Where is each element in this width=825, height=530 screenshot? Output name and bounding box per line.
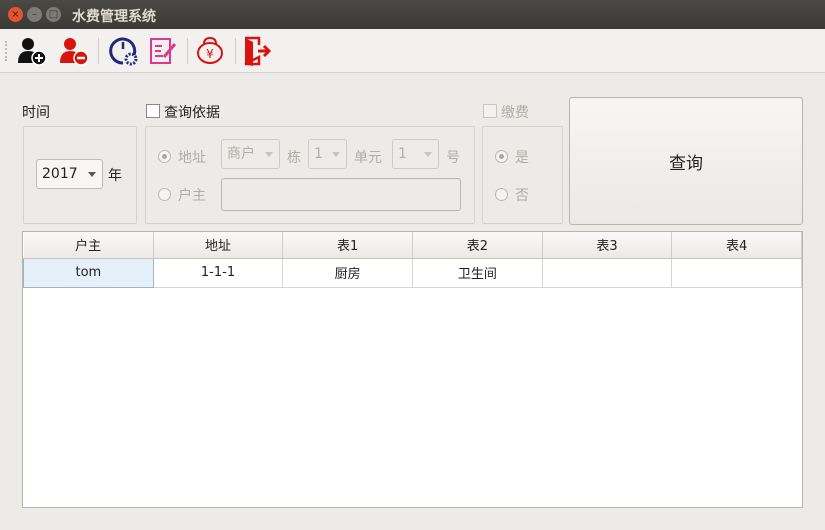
remove-user-icon[interactable] (56, 34, 90, 68)
edit-document-icon[interactable] (146, 34, 180, 68)
paid-group: 是 否 (482, 126, 563, 224)
query-basis-label: 查询依据 (164, 105, 220, 121)
owner-input[interactable] (221, 178, 461, 211)
paid-yes-radio[interactable] (495, 150, 508, 163)
toolbar: ¥ (0, 29, 825, 73)
query-basis-group: 地址 商户 栋 1 单元 1 号 户主 (145, 126, 475, 224)
unit-label: 单元 (354, 150, 382, 166)
paid-no-radio[interactable] (495, 188, 508, 201)
money-bag-icon[interactable]: ¥ (193, 34, 227, 68)
chevron-down-icon (265, 152, 273, 157)
minimize-button[interactable]: – (27, 7, 42, 22)
building-value: 1 (314, 146, 323, 162)
time-label: 时间 (22, 105, 50, 121)
address-type-combo[interactable]: 商户 (221, 139, 280, 169)
settings-meter-icon[interactable] (106, 34, 140, 68)
address-label: 地址 (178, 150, 206, 166)
chevron-down-icon (424, 152, 432, 157)
column-header[interactable]: 表4 (671, 232, 802, 259)
table-cell[interactable]: 1-1-1 (153, 258, 284, 288)
column-header[interactable]: 表2 (412, 232, 543, 259)
query-basis-checkbox[interactable] (146, 104, 160, 118)
year-unit-label: 年 (108, 168, 122, 184)
address-radio[interactable] (158, 150, 171, 163)
svg-text:¥: ¥ (206, 47, 214, 61)
close-button[interactable]: × (8, 7, 23, 22)
number-label: 号 (446, 150, 460, 166)
table-cell[interactable] (542, 258, 673, 288)
owner-label: 户主 (178, 188, 206, 204)
results-table: 户主 地址 表1 表2 表3 表4 tom 1-1-1 厨房 卫生间 (22, 231, 803, 508)
address-type-value: 商户 (227, 146, 255, 162)
unit-combo[interactable]: 1 (392, 139, 439, 169)
table-header-row: 户主 地址 表1 表2 表3 表4 (23, 232, 802, 259)
exit-icon[interactable] (240, 34, 274, 68)
column-header[interactable]: 表3 (542, 232, 673, 259)
add-user-icon[interactable] (14, 34, 48, 68)
paid-label: 缴费 (501, 105, 529, 121)
toolbar-separator (187, 38, 188, 64)
title-bar: × – □ 水费管理系统 (0, 0, 825, 29)
owner-radio[interactable] (158, 188, 171, 201)
unit-value: 1 (398, 146, 407, 162)
maximize-button[interactable]: □ (46, 7, 61, 22)
table-cell[interactable]: 厨房 (282, 258, 413, 288)
chevron-down-icon (88, 172, 96, 177)
table-row[interactable]: tom 1-1-1 厨房 卫生间 (23, 257, 802, 288)
paid-no-label: 否 (515, 188, 529, 204)
building-combo[interactable]: 1 (308, 139, 347, 169)
column-header[interactable]: 户主 (23, 232, 154, 259)
toolbar-grip[interactable] (5, 41, 8, 61)
chevron-down-icon (332, 152, 340, 157)
window-title: 水费管理系统 (72, 9, 156, 25)
table-cell[interactable]: tom (23, 257, 154, 288)
year-combo[interactable]: 2017 (36, 159, 103, 189)
paid-yes-label: 是 (515, 150, 529, 166)
building-label: 栋 (287, 150, 301, 166)
paid-checkbox[interactable] (483, 104, 497, 118)
column-header[interactable]: 表1 (282, 232, 413, 259)
time-group: 2017 年 (23, 126, 137, 224)
table-cell[interactable]: 卫生间 (412, 258, 543, 288)
table-cell[interactable] (671, 258, 802, 288)
toolbar-separator (98, 38, 99, 64)
toolbar-separator (235, 38, 236, 64)
year-value: 2017 (42, 166, 78, 182)
query-button[interactable]: 查询 (569, 97, 803, 225)
column-header[interactable]: 地址 (153, 232, 284, 259)
